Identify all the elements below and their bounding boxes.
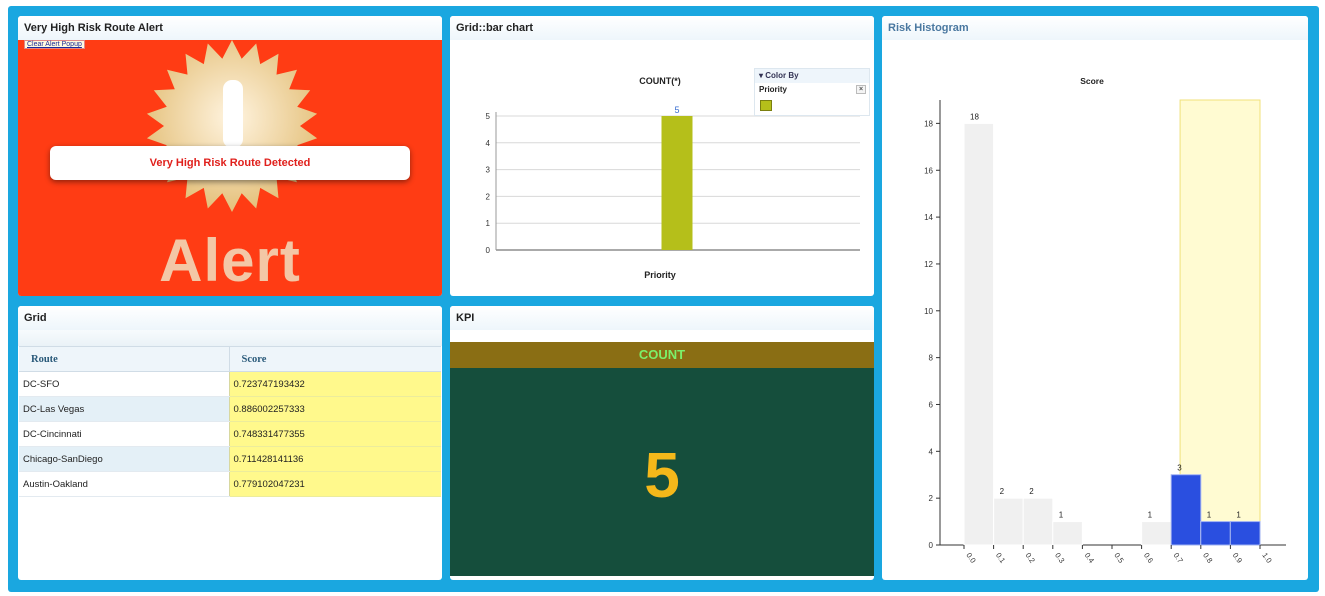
kpi-panel-title: KPI — [450, 306, 874, 330]
y-tick-label: 0 — [486, 246, 491, 255]
histogram-title: Score — [1080, 76, 1104, 86]
alert-panel-title: Very High Risk Route Alert — [18, 16, 442, 40]
histogram-data-label: 1 — [1148, 511, 1153, 520]
exclamation-icon — [223, 80, 243, 148]
column-header-route[interactable]: Route — [19, 346, 229, 372]
y-tick-label: 1 — [486, 219, 491, 228]
x-tick-label: 0.3 — [1053, 551, 1066, 565]
data-grid: Route Score DC-SFO 0.723747193432 DC-Las… — [19, 346, 441, 497]
color-by-header[interactable]: ▾ Color By — [755, 69, 869, 83]
bar-data-label: 5 — [674, 105, 679, 115]
bar-chart-panel: Grid::bar chart COUNT(*) 0 1 2 3 4 5 5 Priority … — [450, 16, 874, 296]
y-tick-label: 2 — [486, 192, 491, 201]
color-by-field: Priority × — [755, 83, 869, 96]
grid-panel: Grid Route Score DC-SFO 0.723747193432 D… — [18, 306, 442, 580]
histogram-bar[interactable] — [1052, 521, 1083, 546]
table-row[interactable]: DC-Cincinnati 0.748331477355 — [19, 421, 441, 447]
histogram-selected-bar[interactable] — [1170, 474, 1202, 546]
table-row[interactable]: DC-SFO 0.723747193432 — [19, 371, 441, 397]
route-cell: DC-Cincinnati — [19, 421, 229, 447]
histogram-bar[interactable] — [963, 122, 995, 546]
kpi-label: COUNT — [450, 342, 874, 368]
score-cell: 0.779102047231 — [228, 471, 441, 497]
bar-chart-title: COUNT(*) — [639, 76, 681, 86]
y-tick-label: 8 — [929, 354, 934, 363]
histogram-data-label: 1 — [1059, 511, 1064, 520]
x-tick-label: 0.9 — [1231, 551, 1244, 565]
x-tick-label: 0.0 — [964, 551, 977, 565]
table-row[interactable]: Chicago-SanDiego 0.711428141136 — [19, 446, 441, 472]
y-tick-label: 18 — [924, 119, 933, 128]
histogram-data-label: 3 — [1177, 464, 1182, 473]
y-tick-label: 0 — [929, 541, 934, 550]
y-tick-label: 6 — [929, 400, 934, 409]
route-cell: Chicago-SanDiego — [19, 446, 229, 472]
close-icon[interactable]: × — [856, 85, 866, 94]
alert-message: Very High Risk Route Detected — [149, 157, 311, 169]
y-tick-label: 3 — [486, 166, 491, 175]
x-tick-label: 0.5 — [1112, 551, 1125, 565]
y-tick-label: 14 — [924, 213, 933, 222]
dashboard-frame: Very High Risk Route Alert Clear Alert P… — [8, 6, 1319, 592]
table-row[interactable]: Austin-Oakland 0.779102047231 — [19, 471, 441, 497]
x-tick-label: 0.6 — [1142, 551, 1155, 565]
score-cell: 0.748331477355 — [228, 421, 441, 447]
y-tick-label: 5 — [486, 112, 491, 121]
alert-panel: Very High Risk Route Alert Clear Alert P… — [18, 16, 442, 296]
x-tick-label: 0.4 — [1083, 551, 1096, 565]
bar[interactable] — [661, 116, 693, 250]
histogram-panel: Risk Histogram Score 0 2 4 6 8 10 12 14 16 18 18 2 2 1… — [882, 16, 1308, 580]
alert-body: Clear Alert Popup Alert Very High Risk R… — [18, 40, 442, 296]
column-header-score[interactable]: Score — [228, 346, 441, 372]
kpi-panel: KPI COUNT 5 — [450, 306, 874, 580]
bar-chart-panel-title: Grid::bar chart — [450, 16, 874, 40]
histogram-data-label: 18 — [970, 112, 979, 121]
alert-word: Alert — [159, 227, 301, 294]
color-by-title: Color By — [765, 71, 799, 80]
x-tick-label: 0.2 — [1024, 551, 1037, 565]
histogram-selected-bar[interactable] — [1200, 521, 1231, 546]
histogram-panel-title: Risk Histogram — [882, 16, 1308, 40]
route-cell: DC-SFO — [19, 371, 229, 397]
kpi-value: 5 — [644, 439, 680, 511]
y-tick-label: 4 — [929, 447, 934, 456]
grid-panel-title: Grid — [18, 306, 442, 330]
score-cell: 0.886002257333 — [228, 396, 441, 422]
x-tick-label: 0.1 — [994, 551, 1007, 565]
table-row[interactable]: DC-Las Vegas 0.886002257333 — [19, 396, 441, 422]
x-axis-label: Priority — [644, 270, 676, 280]
risk-histogram[interactable]: Score 0 2 4 6 8 10 12 14 16 18 18 2 2 1 1 3 1 1 0.0 0.1 0.2 0.… — [882, 40, 1308, 580]
x-tick-label: 0.7 — [1172, 551, 1185, 565]
alert-message-box: Very High Risk Route Detected — [50, 146, 410, 180]
y-tick-label: 2 — [929, 494, 934, 503]
histogram-data-label: 1 — [1236, 511, 1241, 520]
x-tick-label: 0.8 — [1201, 551, 1214, 565]
score-cell: 0.711428141136 — [228, 446, 441, 472]
grid-header-row: Route Score — [19, 346, 441, 372]
histogram-data-label: 2 — [1000, 487, 1005, 496]
y-tick-label: 4 — [486, 139, 491, 148]
kpi-body: 5 — [450, 368, 874, 576]
y-tick-label: 16 — [924, 166, 933, 175]
histogram-bar[interactable] — [993, 497, 1024, 546]
x-tick-label: 1.0 — [1260, 551, 1273, 565]
grid-toolbar — [18, 330, 442, 346]
color-by-field-label: Priority — [759, 85, 788, 94]
y-tick-label: 10 — [924, 307, 933, 316]
route-cell: DC-Las Vegas — [19, 396, 229, 422]
y-tick-label: 12 — [924, 260, 933, 269]
color-by-legend: ▾ Color By Priority × — [754, 68, 870, 116]
route-cell: Austin-Oakland — [19, 471, 229, 497]
histogram-selected-bar[interactable] — [1229, 521, 1261, 546]
legend-swatch[interactable] — [760, 100, 772, 111]
histogram-bar[interactable] — [1141, 521, 1172, 546]
histogram-data-label: 1 — [1207, 511, 1212, 520]
histogram-data-label: 2 — [1029, 487, 1034, 496]
score-cell: 0.723747193432 — [228, 371, 441, 397]
clear-alert-popup-link[interactable]: Clear Alert Popup — [24, 40, 85, 49]
histogram-bar[interactable] — [1022, 497, 1054, 546]
